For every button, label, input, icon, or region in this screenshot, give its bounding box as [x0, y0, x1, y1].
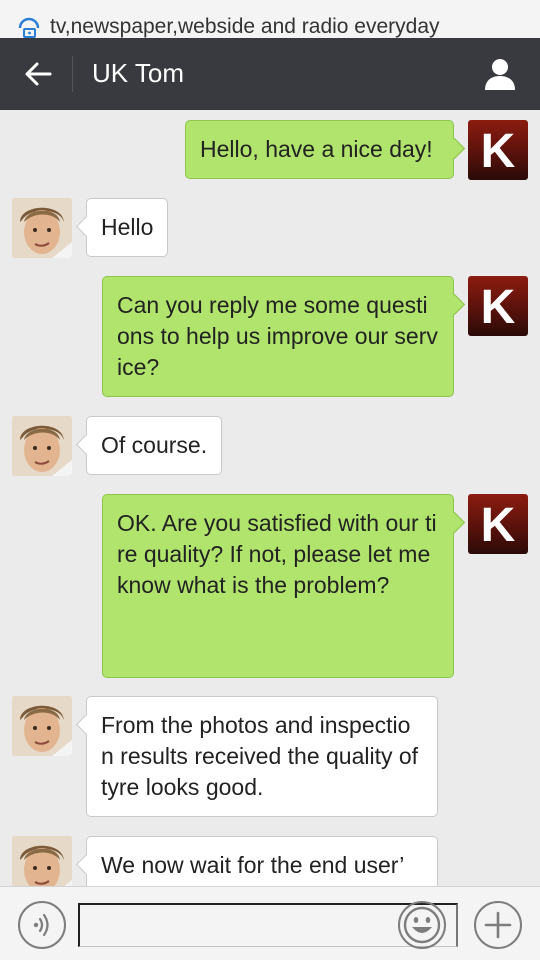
- contact-avatar[interactable]: [12, 416, 72, 476]
- contact-avatar[interactable]: [12, 696, 72, 756]
- person-icon: [492, 59, 508, 75]
- self-avatar-letter: K: [481, 281, 516, 334]
- message-incoming: We now wait for the end user’: [0, 828, 540, 886]
- message-incoming: From the photos and inspection results r…: [0, 688, 540, 828]
- self-avatar-letter: K: [481, 125, 516, 178]
- message-bubble[interactable]: We now wait for the end user’: [86, 836, 438, 886]
- arrow-left-icon: [25, 62, 52, 86]
- input-bar: [0, 886, 540, 960]
- back-button[interactable]: [18, 56, 58, 92]
- app-bar: UK Tom: [0, 38, 540, 110]
- message-outgoing: OK. Are you satisfied with our tire qual…: [0, 486, 540, 686]
- self-avatar[interactable]: K: [468, 494, 528, 554]
- status-bar: tv,newspaper,webside and radio everyday: [0, 0, 540, 38]
- self-avatar-letter: K: [481, 499, 516, 552]
- more-options-button[interactable]: [474, 901, 522, 949]
- chat-message-list[interactable]: Hello, have a nice day! K Hello Can you …: [0, 110, 540, 886]
- message-bubble[interactable]: From the photos and inspection results r…: [86, 696, 438, 817]
- message-bubble[interactable]: Hello: [86, 198, 169, 257]
- message-bubble[interactable]: OK. Are you satisfied with our tire qual…: [102, 494, 454, 678]
- emoji-button[interactable]: [398, 901, 446, 949]
- message-outgoing: Can you reply me some questions to help …: [0, 268, 540, 408]
- notification-icon: [18, 17, 40, 38]
- notification-ticker-text: tv,newspaper,webside and radio everyday: [50, 15, 440, 38]
- voice-wave-icon: [33, 913, 49, 937]
- self-avatar[interactable]: K: [468, 276, 528, 336]
- smiley-icon: [403, 906, 441, 944]
- chat-title: UK Tom: [92, 58, 184, 88]
- plus-icon: [484, 911, 512, 939]
- contact-avatar[interactable]: [12, 198, 72, 258]
- self-avatar[interactable]: K: [468, 120, 528, 180]
- message-outgoing: Hello, have a nice day! K: [0, 110, 540, 190]
- message-incoming: Hello: [0, 190, 540, 268]
- message-bubble[interactable]: Hello, have a nice day!: [185, 120, 454, 179]
- message-incoming: Of course.: [0, 408, 540, 488]
- message-bubble[interactable]: Of course.: [86, 416, 223, 475]
- profile-button[interactable]: [482, 56, 518, 92]
- app-bar-divider: [72, 56, 73, 92]
- message-bubble[interactable]: Can you reply me some questions to help …: [102, 276, 454, 397]
- contact-avatar[interactable]: [12, 836, 72, 886]
- voice-button[interactable]: [18, 901, 66, 949]
